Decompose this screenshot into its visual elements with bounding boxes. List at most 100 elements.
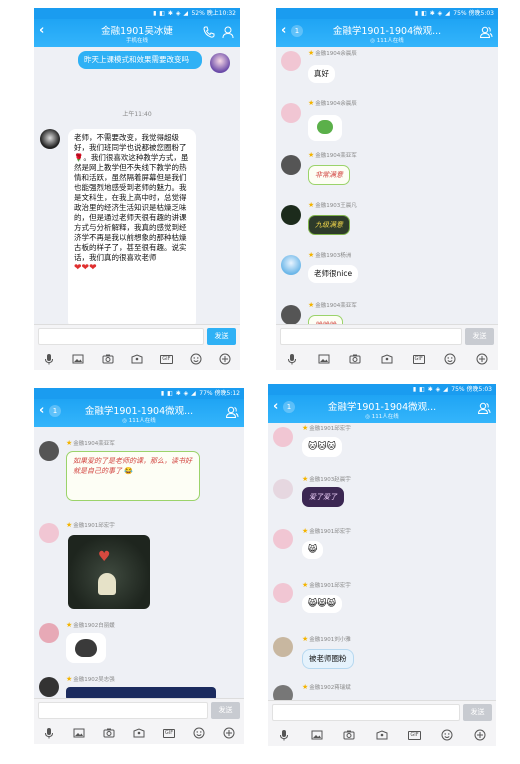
chat-screen-group-b: ▮ ◧ ✱ ◈ ◢ 77% 傍晚5:12 ‹ 1 金融学1901-1904微观..…	[34, 388, 244, 744]
group-members-icon[interactable]	[477, 401, 491, 415]
image-icon[interactable]	[73, 727, 86, 740]
send-button[interactable]: 发送	[463, 704, 492, 721]
message-input[interactable]	[272, 704, 460, 721]
sticker-bubble	[308, 115, 342, 141]
image-icon[interactable]	[317, 353, 330, 366]
group-members-icon[interactable]	[225, 405, 239, 419]
mic-icon[interactable]	[278, 729, 291, 742]
avatar[interactable]	[40, 129, 60, 149]
image-icon[interactable]	[72, 353, 85, 366]
red-packet-icon[interactable]	[375, 729, 388, 742]
message-list: ★金融1904余晨辰 真好 ★金融1904余晨辰 ★金融1904栾亚军 非常满意…	[276, 47, 498, 326]
avatar[interactable]	[281, 205, 301, 225]
cat-face-stickers: 🐱🐱🐱	[308, 442, 337, 452]
message-input[interactable]	[38, 702, 208, 719]
mic-icon[interactable]	[43, 727, 56, 740]
image-icon[interactable]	[310, 729, 323, 742]
sender-name: ★金融1903杨洲	[308, 251, 352, 259]
emoji-icon[interactable]	[193, 727, 206, 740]
camera-icon[interactable]	[101, 353, 114, 366]
avatar[interactable]	[39, 623, 59, 643]
plus-icon[interactable]	[219, 353, 232, 366]
emoji-icon[interactable]	[189, 353, 202, 366]
send-button[interactable]: 发送	[207, 328, 236, 345]
input-bar: 发送	[34, 324, 240, 348]
laugh-emoji: 😂	[124, 467, 133, 475]
emoji-icon[interactable]	[441, 729, 454, 742]
received-message-bubble: 被老师圈粉	[302, 649, 354, 669]
message-text: 。我们很喜欢这种教学方式，虽然是网上教学但不失线下教学的热情和活跃，虽然隔着屏幕…	[74, 153, 189, 262]
decorated-message-bubble: 如果爱的了是老师的课，那么，读书好就是自己的事了 😂	[66, 451, 200, 501]
sender-name: ★金融1901邱宏宇	[66, 521, 115, 529]
input-bar: 发送	[268, 700, 496, 724]
cat-face-sticker: 😸	[308, 545, 318, 555]
profile-icon[interactable]	[221, 25, 235, 39]
plus-icon[interactable]	[476, 353, 489, 366]
avatar[interactable]	[281, 103, 301, 123]
title-bar: ‹ 金融1901吴冰婕 手机在线	[34, 19, 240, 47]
photo-message[interactable]: ♥	[68, 535, 150, 609]
red-packet-icon[interactable]	[380, 353, 393, 366]
avatar[interactable]	[281, 305, 301, 325]
message-text: 老师，不需要改变，我觉得超级好，我们班同学也说都被您圈粉了	[74, 133, 187, 152]
chat-title: 金融学1901-1904微观...	[327, 402, 437, 413]
mic-icon[interactable]	[285, 353, 298, 366]
sticker-bubble: 😸	[302, 541, 324, 559]
toolbar: GIF	[268, 724, 496, 746]
sticker-bubble	[66, 633, 106, 663]
avatar[interactable]	[39, 677, 59, 697]
self-message-bubble: 昨天上课模式和效果需要改变吗	[78, 51, 202, 69]
received-message-bubble: 老师很nice	[308, 265, 359, 283]
avatar[interactable]	[281, 255, 301, 275]
chat-subtitle: ◎ 111人在线	[370, 38, 404, 44]
figurine-photo	[98, 573, 116, 595]
sender-name: ★金融1901邱宏宇	[302, 581, 351, 589]
avatar[interactable]	[39, 523, 59, 543]
sender-name: ★金融1901邱宏宇	[302, 424, 351, 432]
avatar[interactable]	[39, 441, 59, 461]
camera-icon[interactable]	[343, 729, 356, 742]
received-message-bubble: 真好	[308, 65, 335, 83]
send-button[interactable]: 发送	[211, 702, 240, 719]
sticker-bubble: 😸😸😸	[302, 595, 343, 613]
camera-icon[interactable]	[349, 353, 362, 366]
timestamp: 上午11:40	[122, 111, 152, 118]
avatar[interactable]	[281, 155, 301, 175]
sender-name: ★金融1902白丽媛	[66, 621, 115, 629]
plus-icon[interactable]	[223, 727, 236, 740]
plus-icon[interactable]	[473, 729, 486, 742]
gif-icon[interactable]: GIF	[160, 353, 173, 366]
sender-name: ★金融1904栾亚军	[308, 151, 357, 159]
emoji-icon[interactable]	[444, 353, 457, 366]
gif-icon[interactable]: GIF	[408, 729, 421, 742]
message-input[interactable]	[38, 328, 204, 345]
avatar[interactable]	[281, 51, 301, 71]
gif-icon[interactable]: GIF	[162, 727, 176, 740]
avatar[interactable]	[273, 529, 293, 549]
avatar[interactable]	[273, 479, 293, 499]
toolbar: GIF	[34, 722, 244, 744]
avatar[interactable]	[210, 53, 230, 73]
chat-title: 金融学1901-1904微观...	[332, 26, 442, 37]
heart-emojis: ❤❤❤	[74, 263, 97, 273]
title-bar: ‹ 1 金融学1901-1904微观... ◎ 111人在线	[34, 399, 244, 427]
received-message-bubble: 老师，不需要改变，我觉得超级好，我们班同学也说都被您圈粉了🌹。我们很喜欢这种教学…	[68, 129, 196, 326]
heart-photo: ♥	[98, 549, 111, 565]
avatar[interactable]	[273, 427, 293, 447]
camera-icon[interactable]	[103, 727, 116, 740]
send-button[interactable]: 发送	[465, 328, 494, 345]
message-input[interactable]	[280, 328, 462, 345]
group-members-icon[interactable]	[479, 25, 493, 39]
status-bar: ▮ ◧ ✱ ◈ ◢ 52% 晚上10:32	[34, 8, 240, 19]
avatar[interactable]	[273, 583, 293, 603]
mic-icon[interactable]	[42, 353, 55, 366]
red-packet-icon[interactable]	[130, 353, 143, 366]
sender-name: ★金融1903赵晨宇	[302, 475, 351, 483]
gif-icon[interactable]: GIF	[412, 353, 425, 366]
rose-emoji: 🌹	[74, 153, 84, 162]
red-packet-icon[interactable]	[133, 727, 146, 740]
phone-call-icon[interactable]	[202, 25, 216, 39]
chat-screen-group-a: ▮ ◧ ✱ ◈ ◢ 75% 傍晚5:03 ‹ 1 金融学1901-1904微观..…	[276, 8, 498, 370]
avatar[interactable]	[273, 637, 293, 657]
sticker-bubble: 🐱🐱🐱	[302, 437, 343, 457]
